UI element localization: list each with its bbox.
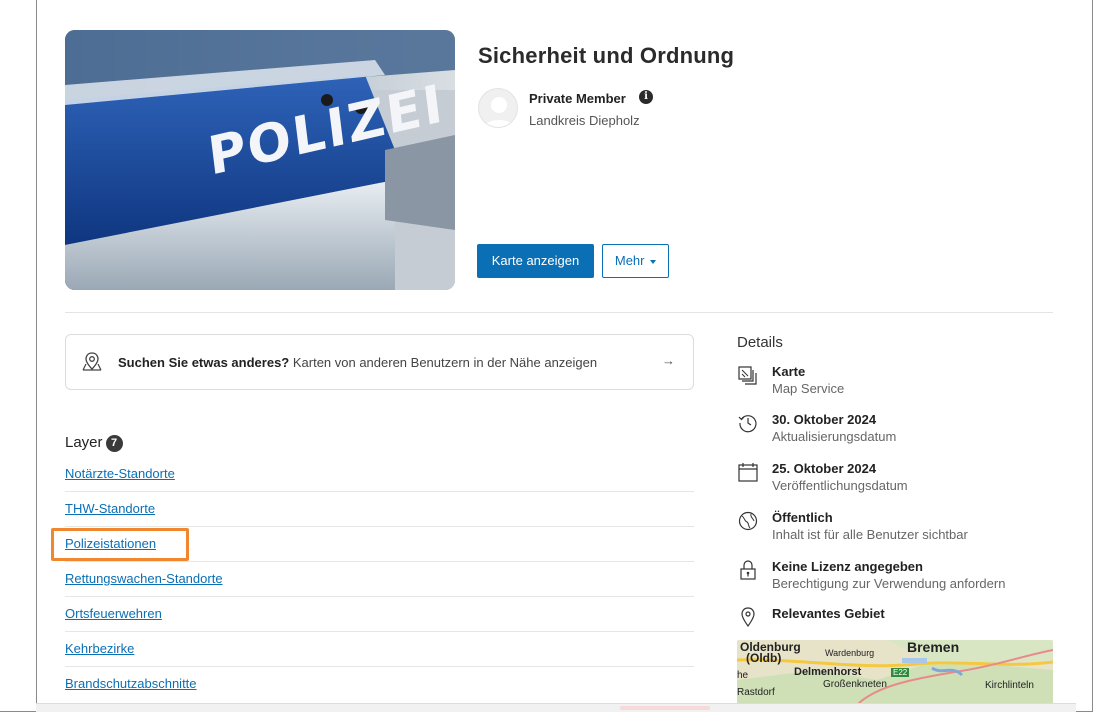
section-divider (65, 312, 1053, 313)
map-label: Großenkneten (823, 679, 887, 690)
info-icon[interactable]: i (639, 90, 653, 104)
search-prompt-text: Suchen Sie etwas anderes? Karten von and… (118, 355, 597, 370)
scrollbar-thumb[interactable] (620, 706, 710, 710)
list-item: Rettungswachen-Standorte (65, 562, 694, 597)
map-label: Kirchlinteln (985, 680, 1034, 691)
calendar-icon (738, 463, 758, 482)
history-clock-icon (738, 415, 757, 433)
detail-title: Keine Lizenz angegeben (772, 559, 923, 574)
layers-count-badge: 7 (105, 435, 123, 452)
window-left-edge (36, 0, 37, 712)
layer-link-kehrbezirke[interactable]: Kehrbezirke (65, 641, 134, 656)
layer-link-notaerzte[interactable]: Notärzte-Standorte (65, 466, 175, 481)
detail-title: 25. Oktober 2024 (772, 461, 877, 476)
location-pin-icon (741, 607, 755, 628)
list-item: Brandschutzabschnitte (65, 667, 694, 702)
detail-subtitle: Inhalt ist für alle Benutzer sichtbar (772, 527, 968, 542)
globe-icon (738, 511, 758, 531)
arrow-right-icon: → (662, 353, 675, 368)
search-other-maps-card[interactable]: Suchen Sie etwas anderes? Karten von and… (65, 334, 694, 390)
layer-list: Notärzte-Standorte THW-Standorte Polizei… (65, 457, 694, 702)
detail-title: Karte (772, 364, 806, 379)
layer-link-thw[interactable]: THW-Standorte (65, 501, 155, 516)
detail-subtitle: Aktualisierungsdatum (772, 429, 897, 444)
detail-subtitle: Map Service (772, 381, 845, 396)
map-label: Rastdorf (737, 687, 775, 698)
owner-organization: Landkreis Diepholz (529, 113, 640, 128)
layers-heading-label: Layer (65, 434, 103, 451)
list-item: THW-Standorte (65, 492, 694, 527)
avatar[interactable] (478, 88, 518, 128)
list-item: Kehrbezirke (65, 632, 694, 667)
detail-title: 30. Oktober 2024 (772, 412, 877, 427)
layers-heading: Layer 7 (65, 434, 123, 452)
map-label: he (737, 670, 749, 681)
detail-subtitle[interactable]: Berechtigung zur Verwendung anfordern (772, 576, 1005, 591)
layer-link-rettungswachen[interactable]: Rettungswachen-Standorte (65, 571, 223, 586)
caret-down-icon (650, 259, 657, 264)
detail-title: Relevantes Gebiet (772, 606, 885, 621)
list-item: Notärzte-Standorte (65, 457, 694, 492)
map-label: E22 (891, 668, 910, 677)
detail-subtitle: Veröffentlichungsdatum (772, 478, 908, 493)
highlight-box (51, 528, 189, 561)
map-pin-search-icon (82, 352, 102, 371)
more-button-label: Mehr (614, 253, 645, 268)
details-heading: Details (737, 334, 783, 351)
map-label: Delmenhorst (794, 666, 862, 678)
lock-icon (740, 560, 756, 580)
search-prompt-rest: Karten von anderen Benutzern in der Nähe… (289, 355, 598, 370)
item-title: Sicherheit und Ordnung (478, 43, 735, 68)
list-item: Ortsfeuerwehren (65, 597, 694, 632)
map-label: (Oldb) (746, 651, 782, 665)
more-button[interactable]: Mehr (602, 244, 669, 278)
item-thumbnail: POLIZEI (65, 30, 455, 290)
search-prompt-bold: Suchen Sie etwas anderes? (118, 355, 290, 370)
map-label: Bremen (907, 640, 960, 655)
open-map-button[interactable]: Karte anzeigen (477, 244, 594, 278)
layer-link-brandschutz[interactable]: Brandschutzabschnitte (65, 676, 197, 691)
user-silhouette-icon (483, 97, 515, 127)
detail-title: Öffentlich (772, 510, 833, 525)
extent-map[interactable]: Oldenburg (Oldb) Wardenburg Bremen Delme… (737, 640, 1053, 705)
horizontal-scrollbar[interactable] (36, 703, 1076, 712)
layer-link-ortsfeuerwehren[interactable]: Ortsfeuerwehren (65, 606, 162, 621)
owner-name[interactable]: Private Member (529, 91, 626, 106)
map-label: Wardenburg (825, 648, 875, 658)
map-layers-icon (738, 366, 757, 385)
